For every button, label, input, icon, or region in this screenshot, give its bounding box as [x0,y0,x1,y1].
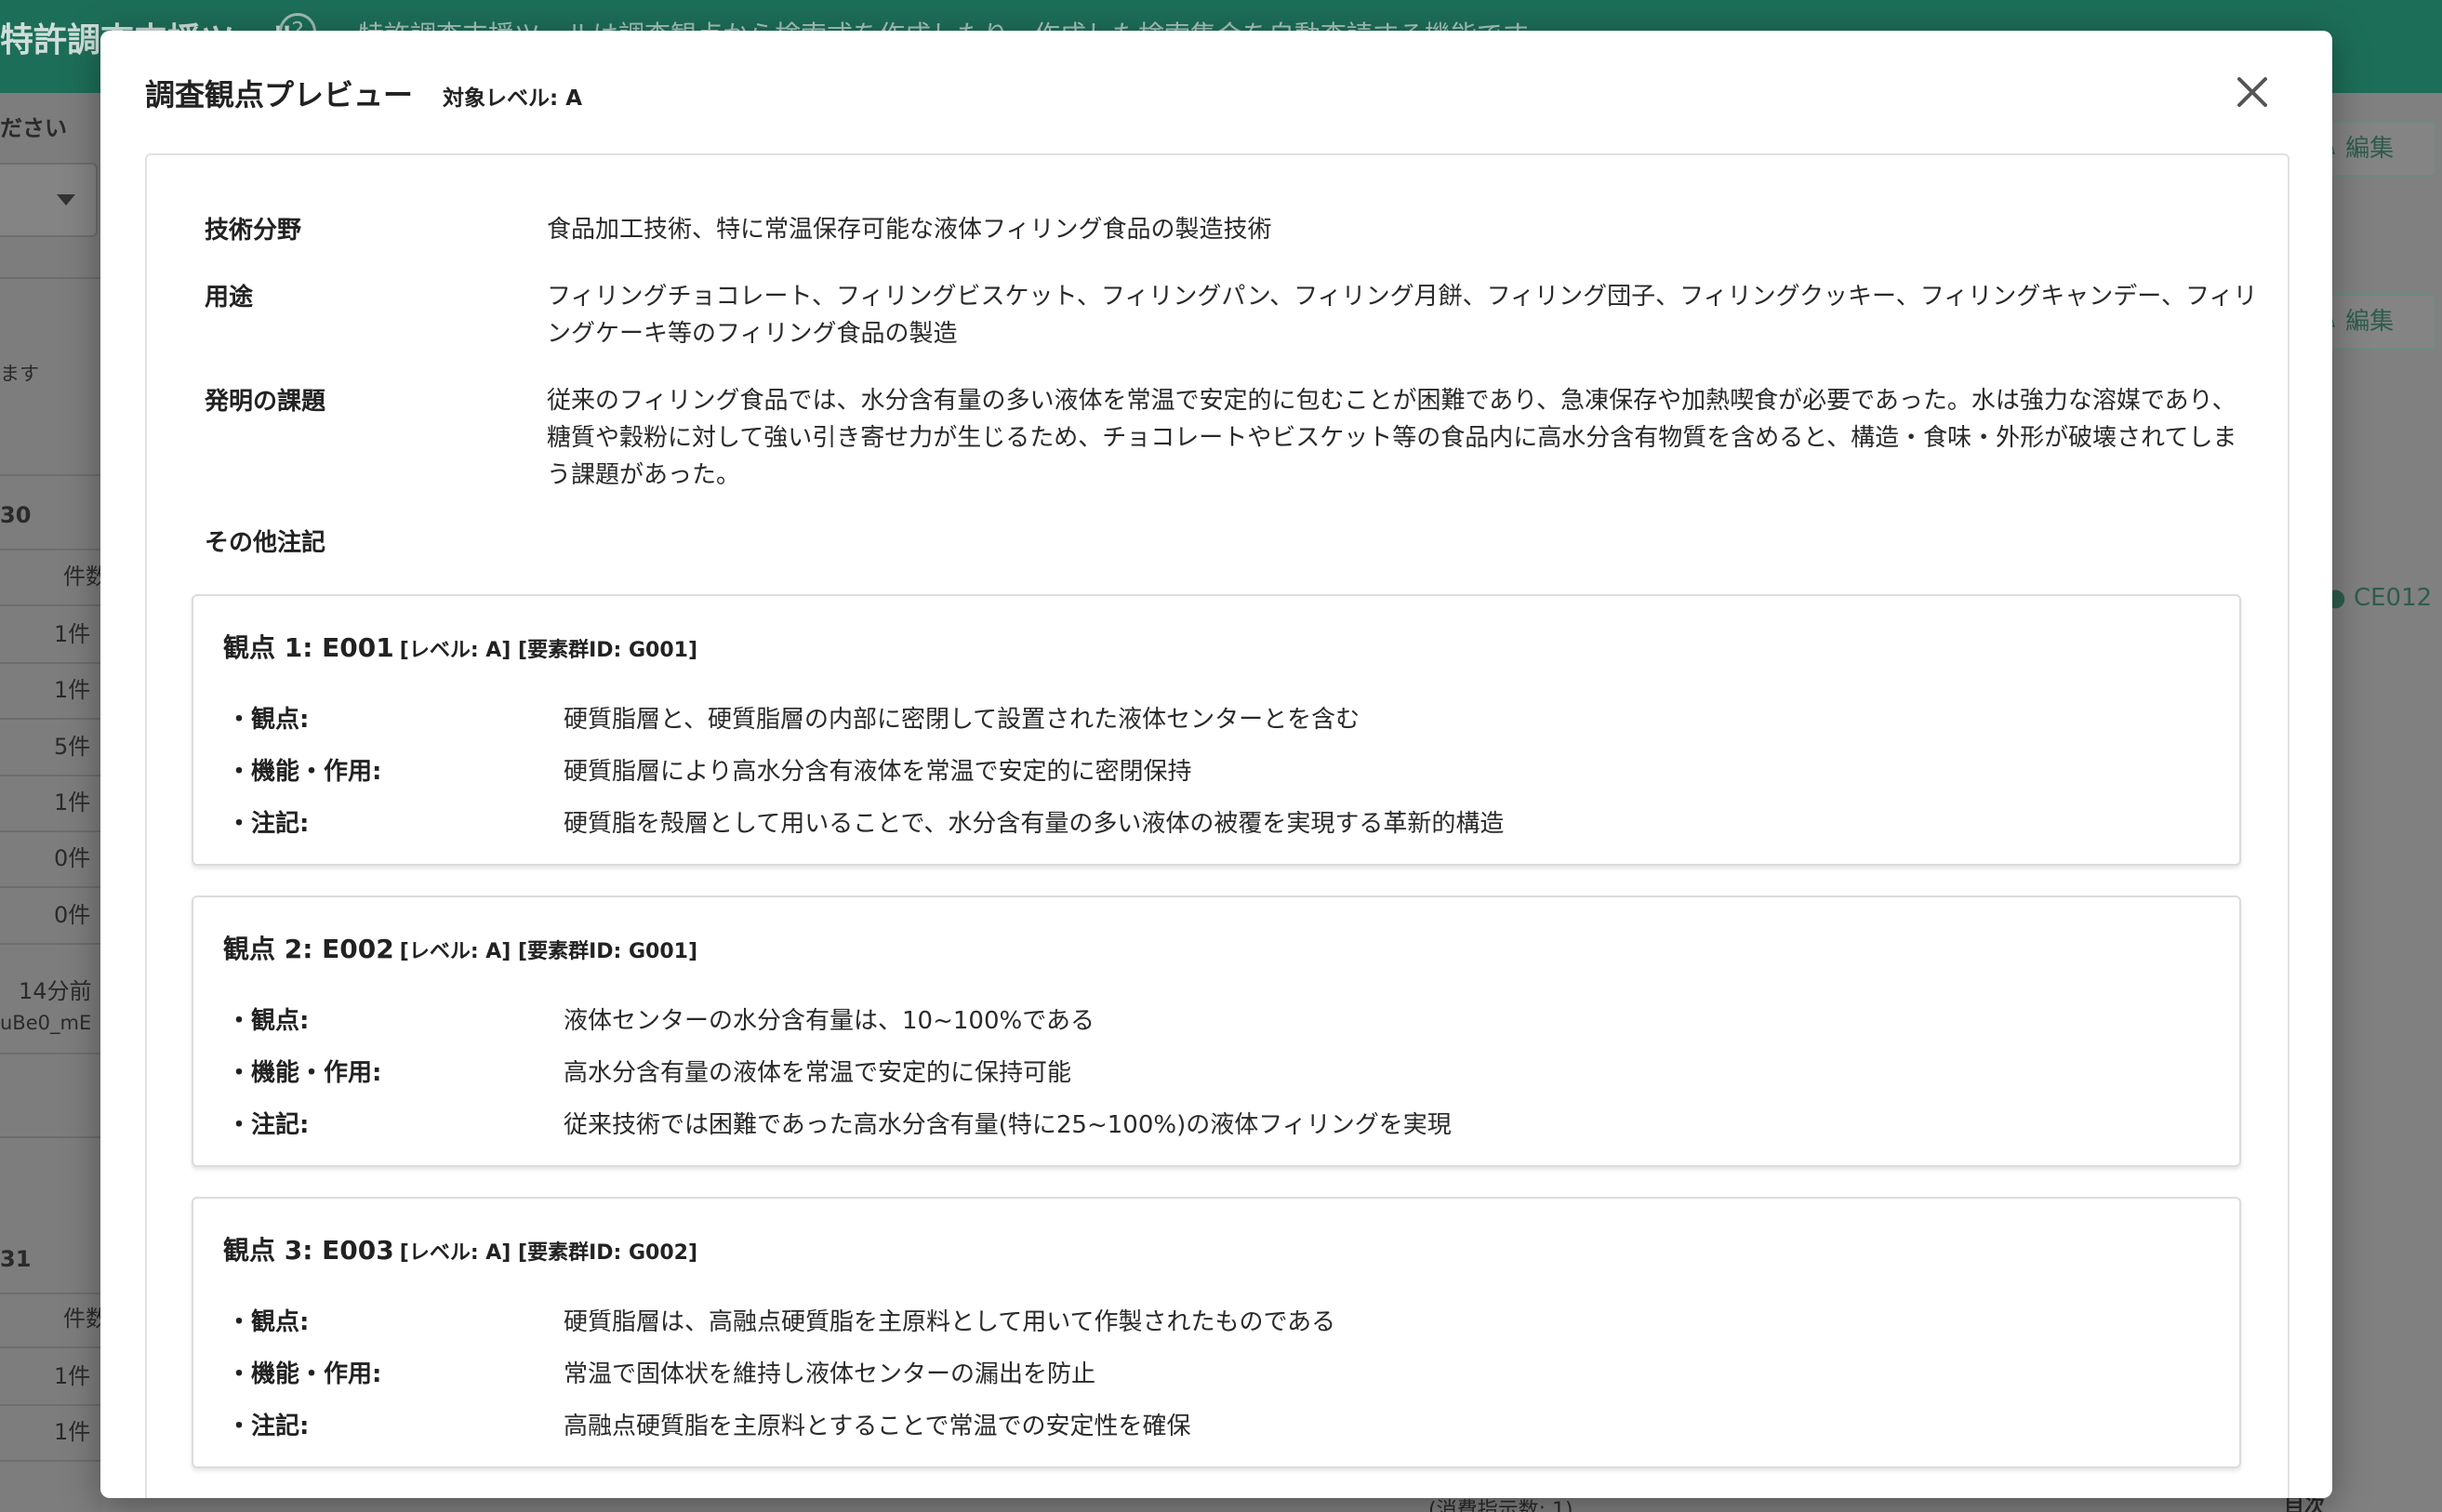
count-cell: 5件 [54,734,91,760]
divider [0,604,102,606]
left-prompt: ださい [0,115,67,141]
divider [0,1293,102,1294]
viewpoint-card: 観点 1: E001 [レベル: A] [要素群ID: G001] ・観点: 硬質… [192,594,2241,866]
divider [0,474,102,476]
background-left-panel: ださい ます 30 件数 1件 1件 5件 1件 0件 0件 14分前 uBe0… [0,93,108,1512]
divider [0,1346,102,1348]
function-value: 常温で固体状を維持し液体センターの漏出を防止 [564,1360,1096,1388]
viewpoint-card: 観点 3: E003 [レベル: A] [要素群ID: G002] ・観点: 硬質… [192,1197,2241,1468]
viewpoint-value: 硬質脂層と、硬質脂層の内部に密閉して設置された液体センターとを含む [564,706,1360,734]
viewpoint-meta: [レベル: A] [要素群ID: G001] [399,940,698,963]
group-id: 30 [0,502,32,528]
function-value: 硬質脂層により高水分含有液体を常温で安定的に密閉保持 [564,758,1192,786]
note-label: ・注記: [227,1413,310,1440]
count-cell: 1件 [54,621,91,647]
function-row: ・機能・作用: 常温で固体状を維持し液体センターの漏出を防止 [227,1355,2226,1392]
divider [0,1404,102,1406]
viewpoint-card: 観点 2: E002 [レベル: A] [要素群ID: G001] ・観点: 液体… [192,895,2241,1167]
divider [0,662,102,664]
viewpoint-label: ・観点: [227,1007,310,1035]
modal-title: 調査観点プレビュー [145,77,414,113]
function-label: ・機能・作用: [227,1059,382,1087]
divider [0,549,102,550]
viewpoint-value: 液体センターの水分含有量は、10~100%である [564,1007,1095,1035]
technical-field-value: 食品加工技術、特に常温保存可能な液体フィリング食品の製造技術 [547,216,1272,244]
divider [0,775,102,776]
count-cell: 1件 [54,1363,91,1389]
left-note: ます [0,363,39,385]
viewpoint-value: 硬質脂層は、高融点硬質脂を主原料として用いて作製されたものである [564,1308,1336,1336]
modal-header: 調査観点プレビュー 対象レベル: A [100,31,2332,152]
problem-label: 発明の課題 [205,388,326,416]
divider [0,1053,102,1054]
id-text: uBe0_mE [0,1012,92,1034]
problem-value: 従来のフィリング食品では、水分含有量の多い液体を常温で安定的に包むことが困難であ… [547,387,2237,489]
edit-button-label: 編集 [2345,308,2395,336]
note-value: 硬質脂を殻層として用いることで、水分含有量の多い液体の被覆を実現する革新的構造 [564,810,1505,838]
viewpoint-card-title: 観点 1: E001 [レベル: A] [要素群ID: G001] [223,628,697,665]
divider [0,886,102,888]
chip-label: CE012 [2353,584,2433,612]
viewpoint-row: ・観点: 硬質脂層と、硬質脂層の内部に密閉して設置された液体センターとを含む [227,700,2226,737]
divider [0,277,102,279]
divider [0,1460,102,1462]
close-button[interactable] [2226,66,2278,118]
note-label: ・注記: [227,1111,310,1139]
note-row: ・注記: 従来技術では困難であった高水分含有量(特に25~100%)の液体フィリ… [227,1106,2226,1143]
viewpoint-card-title: 観点 2: E002 [レベル: A] [要素群ID: G001] [223,929,697,966]
group-id: 31 [0,1246,32,1272]
viewpoint-row: ・観点: 液体センターの水分含有量は、10~100%である [227,1001,2226,1039]
count-cell: 1件 [54,1419,91,1445]
function-value: 高水分含有量の液体を常温で安定的に保持可能 [564,1059,1072,1087]
notes-label: その他注記 [205,529,326,557]
chevron-down-icon [57,194,75,206]
viewpoint-id: 観点 3: E003 [223,1235,394,1266]
use-value: フィリングチョコレート、フィリングビスケット、フィリングパン、フィリング月餅、フ… [547,283,2258,348]
count-cell: 0件 [54,845,91,871]
edit-button-label: 編集 [2345,135,2395,163]
function-row: ・機能・作用: 高水分含有量の液体を常温で安定的に保持可能 [227,1054,2226,1091]
note-value: 高融点硬質脂を主原料とすることで常温での安定性を確保 [564,1413,1191,1440]
divider [0,830,102,832]
divider [0,1136,102,1138]
viewpoint-meta: [レベル: A] [要素群ID: G001] [399,639,698,662]
technical-field-label: 技術分野 [205,217,302,245]
count-cell: 1件 [54,789,91,816]
function-label: ・機能・作用: [227,758,382,786]
target-level: 対象レベル: A [443,86,583,111]
note-row: ・注記: 硬質脂を殻層として用いることで、水分含有量の多い液体の被覆を実現する革… [227,804,2226,842]
viewpoint-id: 観点 2: E002 [223,934,394,964]
viewpoint-preview-modal: 調査観点プレビュー 対象レベル: A 技術分野 食品加工技術、特に常温保存可能な… [100,31,2332,1498]
viewpoint-label: ・観点: [227,706,310,734]
note-value: 従来技術では困難であった高水分含有量(特に25~100%)の液体フィリングを実現 [564,1111,1452,1139]
viewpoint-card-title: 観点 3: E003 [レベル: A] [要素群ID: G002] [223,1230,697,1267]
element-chip[interactable]: ● CE012 [2325,584,2432,612]
viewpoint-meta: [レベル: A] [要素群ID: G002] [399,1241,698,1265]
use-label: 用途 [205,284,254,312]
divider [0,718,102,720]
note-label: ・注記: [227,810,310,838]
close-icon [2237,77,2267,107]
left-select[interactable] [0,163,98,237]
viewpoint-id: 観点 1: E001 [223,632,394,663]
count-cell: 1件 [54,677,91,703]
note-row: ・注記: 高融点硬質脂を主原料とすることで常温での安定性を確保 [227,1407,2226,1444]
function-row: ・機能・作用: 硬質脂層により高水分含有液体を常温で安定的に密閉保持 [227,752,2226,789]
time-text: 14分前 [19,978,92,1004]
preview-content[interactable]: 技術分野 食品加工技術、特に常温保存可能な液体フィリング食品の製造技術 用途 フ… [145,153,2289,1498]
divider [0,943,102,945]
viewpoint-label: ・観点: [227,1308,310,1336]
function-label: ・機能・作用: [227,1360,382,1388]
count-cell: 0件 [54,902,91,928]
viewpoint-row: ・観点: 硬質脂層は、高融点硬質脂を主原料として用いて作製されたものである [227,1303,2226,1340]
